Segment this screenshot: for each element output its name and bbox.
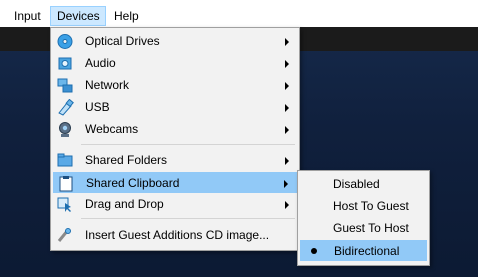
submenu-item-disabled[interactable]: Disabled <box>300 174 427 195</box>
devices-menu: Optical Drives Audio Network USB Webcams… <box>50 27 300 251</box>
menubar-input[interactable]: Input <box>8 6 47 26</box>
menu-separator <box>81 218 295 219</box>
submenu-item-guest-to-host[interactable]: Guest To Host <box>300 218 427 239</box>
submenu-arrow-icon <box>284 180 288 188</box>
optical-disc-icon <box>57 34 73 49</box>
submenu-arrow-icon <box>285 82 289 90</box>
menu-item-label: USB <box>85 100 110 114</box>
network-icon <box>57 78 73 93</box>
submenu-item-label: Bidirectional <box>334 244 400 258</box>
menubar-devices[interactable]: Devices <box>50 6 106 26</box>
menu-item-label: Drag and Drop <box>85 197 164 211</box>
menu-item-label: Insert Guest Additions CD image... <box>85 228 270 242</box>
submenu-item-bidirectional[interactable]: Bidirectional <box>300 240 427 261</box>
menu-item-insert-guest-additions[interactable]: Insert Guest Additions CD image... <box>53 225 297 246</box>
menu-item-label: Audio <box>85 56 116 70</box>
drag-drop-icon <box>57 197 71 212</box>
submenu-item-host-to-guest[interactable]: Host To Guest <box>300 196 427 217</box>
menu-item-label: Shared Folders <box>85 153 168 167</box>
webcam-icon <box>59 122 71 137</box>
submenu-item-label: Disabled <box>333 177 380 191</box>
menu-item-webcams[interactable]: Webcams <box>53 119 297 140</box>
radio-selected-icon <box>311 248 317 254</box>
menu-item-optical-drives[interactable]: Optical Drives <box>53 31 297 52</box>
menu-item-shared-clipboard[interactable]: Shared Clipboard <box>53 172 297 193</box>
menu-item-audio[interactable]: Audio <box>53 53 297 74</box>
menu-item-label: Optical Drives <box>85 34 160 48</box>
submenu-arrow-icon <box>285 201 289 209</box>
cd-insert-icon <box>57 228 71 242</box>
menu-item-usb[interactable]: USB <box>53 97 297 118</box>
submenu-arrow-icon <box>285 60 289 68</box>
menu-item-label: Shared Clipboard <box>86 176 180 190</box>
menu-separator <box>81 144 295 145</box>
menubar-help[interactable]: Help <box>108 6 145 26</box>
submenu-item-label: Host To Guest <box>333 199 409 213</box>
menubar: Input Devices Help <box>0 5 478 27</box>
audio-icon <box>58 57 72 70</box>
submenu-arrow-icon <box>285 126 289 134</box>
menu-item-label: Network <box>85 78 130 92</box>
shared-clipboard-submenu: Disabled Host To Guest Guest To Host Bid… <box>297 170 430 266</box>
submenu-arrow-icon <box>285 38 289 46</box>
clipboard-icon <box>59 176 73 192</box>
submenu-item-label: Guest To Host <box>333 221 409 235</box>
submenu-arrow-icon <box>285 157 289 165</box>
menu-item-label: Webcams <box>85 122 139 136</box>
menu-item-network[interactable]: Network <box>53 75 297 96</box>
menu-item-shared-folders[interactable]: Shared Folders <box>53 150 297 171</box>
menu-item-drag-and-drop[interactable]: Drag and Drop <box>53 194 297 215</box>
folder-icon <box>57 153 73 167</box>
submenu-arrow-icon <box>285 104 289 112</box>
usb-icon <box>58 99 74 116</box>
